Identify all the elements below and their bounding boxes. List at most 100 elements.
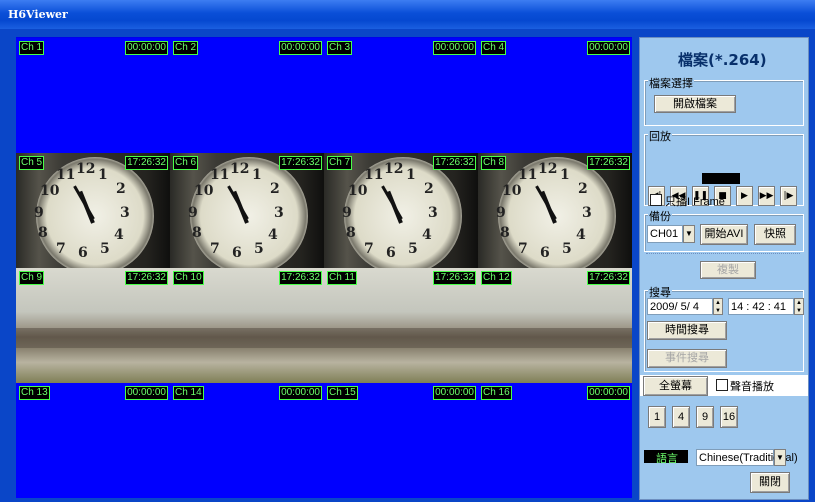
channel-label: Ch 9 (19, 271, 45, 285)
clock-numeral: 6 (232, 245, 242, 261)
clock-numeral: 1 (252, 167, 262, 183)
open-file-button[interactable]: 開啟檔案 (654, 95, 736, 113)
layout-button-9[interactable]: 9 (696, 406, 714, 428)
video-cell[interactable]: 10 11 12 1 2 9 3 8 7 6 5 4 Ch 8 17:26:32 (478, 153, 632, 268)
clock-numeral: 12 (538, 161, 558, 177)
copy-button[interactable]: 複製 (700, 261, 756, 279)
playback-label: 回放 (648, 128, 672, 144)
fast-forward-icon[interactable]: ▶▶ (758, 186, 775, 206)
start-avi-button[interactable]: 開始AVI (700, 224, 748, 245)
file-type-header: 檔案(*.264) (640, 38, 808, 74)
clock-numeral: 2 (578, 181, 588, 197)
scene-shadow (324, 328, 478, 348)
clock-numeral: 7 (56, 241, 66, 257)
timestamp-label: 17:26:32 (433, 271, 476, 285)
iframe-only-checkbox[interactable] (650, 194, 662, 206)
play-icon[interactable]: ▶ (736, 186, 753, 206)
file-select-label: 檔案選擇 (648, 75, 694, 91)
snapshot-button[interactable]: 快照 (754, 224, 796, 245)
clock-numeral: 11 (56, 167, 76, 183)
clock-numeral: 6 (540, 245, 550, 261)
clock-numeral: 5 (254, 241, 264, 257)
iframe-only-label: 只播I Frame (665, 196, 725, 208)
title-bar: H6Viewer (0, 0, 815, 29)
timestamp-label: 00:00:00 (433, 386, 476, 400)
video-cell[interactable]: Ch 3 00:00:00 (324, 38, 478, 153)
playback-speed-display (702, 173, 740, 184)
channel-label: Ch 8 (481, 156, 507, 170)
video-cell[interactable]: Ch 16 00:00:00 (478, 383, 632, 498)
video-cell[interactable]: Ch 12 17:26:32 (478, 268, 632, 383)
timestamp-label: 17:26:32 (433, 156, 476, 170)
clock-numeral: 9 (496, 205, 506, 221)
clock-numeral: 8 (500, 225, 510, 241)
clock-numeral: 5 (100, 241, 110, 257)
channel-select[interactable]: CH01 (647, 225, 683, 243)
clock-numeral: 7 (518, 241, 528, 257)
scene-shadow (170, 328, 324, 348)
date-spinner[interactable]: ▲ ▼ (713, 298, 723, 315)
clock-numeral: 1 (560, 167, 570, 183)
video-cell[interactable]: Ch 11 17:26:32 (324, 268, 478, 383)
video-cell[interactable]: Ch 10 17:26:32 (170, 268, 324, 383)
date-field[interactable]: 2009/ 5/ 4 (647, 298, 713, 315)
event-search-button[interactable]: 事件搜尋 (647, 349, 727, 368)
channel-label: Ch 4 (481, 41, 507, 55)
layout-button-1[interactable]: 1 (648, 406, 666, 428)
clock-video-frame: 10 11 12 1 2 9 3 8 7 6 5 4 (324, 153, 478, 268)
video-cell[interactable]: Ch 14 00:00:00 (170, 383, 324, 498)
clock-numeral: 9 (342, 205, 352, 221)
clock-video-frame: 10 11 12 1 2 9 3 8 7 6 5 4 (16, 153, 170, 268)
video-cell[interactable]: Ch 1 00:00:00 (16, 38, 170, 153)
step-forward-icon[interactable]: |▶ (780, 186, 797, 206)
video-cell[interactable]: Ch 9 17:26:32 (16, 268, 170, 383)
camera-video-frame (170, 268, 324, 383)
header-label: 檔案(*.264) (678, 51, 767, 69)
video-cell[interactable]: 10 11 12 1 2 9 3 8 7 6 5 4 Ch 5 17:26:32 (16, 153, 170, 268)
layout-button-16[interactable]: 16 (720, 406, 738, 428)
channel-label: Ch 2 (173, 41, 199, 55)
clock-numeral: 2 (270, 181, 280, 197)
video-cell[interactable]: Ch 13 00:00:00 (16, 383, 170, 498)
clock-numeral: 8 (38, 225, 48, 241)
time-spinner[interactable]: ▲ ▼ (794, 298, 804, 315)
video-cell[interactable]: Ch 4 00:00:00 (478, 38, 632, 153)
clock-numeral: 8 (346, 225, 356, 241)
language-select[interactable]: Chinese(Traditional) (696, 449, 798, 466)
channel-label: Ch 10 (173, 271, 204, 285)
timestamp-label: 17:26:32 (587, 271, 630, 285)
clock-numeral: 11 (518, 167, 538, 183)
close-button[interactable]: 關閉 (750, 472, 790, 493)
video-cell[interactable]: Ch 15 00:00:00 (324, 383, 478, 498)
audio-checkbox[interactable] (716, 379, 728, 391)
clock-numeral: 11 (210, 167, 230, 183)
clock-numeral: 10 (502, 183, 522, 199)
clock-numeral: 6 (386, 245, 396, 261)
clock-numeral: 5 (408, 241, 418, 257)
layout-button-4[interactable]: 4 (672, 406, 690, 428)
clock-numeral: 12 (230, 161, 250, 177)
time-field[interactable]: 14 : 42 : 41 (728, 298, 794, 315)
video-cell[interactable]: Ch 2 00:00:00 (170, 38, 324, 153)
channel-label: Ch 3 (327, 41, 353, 55)
clock-numeral: 4 (114, 227, 124, 243)
video-cell[interactable]: 10 11 12 1 2 9 3 8 7 6 5 4 Ch 6 17:26:32 (170, 153, 324, 268)
chevron-down-icon[interactable]: ▼ (683, 225, 695, 243)
camera-video-frame (324, 268, 478, 383)
scene-shadow (16, 328, 170, 348)
clock-numeral: 6 (78, 245, 88, 261)
clock-numeral: 3 (582, 205, 592, 221)
chevron-down-icon[interactable]: ▼ (774, 449, 786, 466)
timestamp-label: 00:00:00 (279, 41, 322, 55)
fullscreen-button[interactable]: 全螢幕 (643, 376, 708, 396)
timestamp-label: 17:26:32 (279, 156, 322, 170)
timestamp-label: 00:00:00 (125, 41, 168, 55)
clock-numeral: 1 (406, 167, 416, 183)
control-panel: 檔案(*.264) 檔案選擇 開啟檔案 回放 ◀|◀◀❚❚■▶▶▶|▶ 只播I … (639, 37, 809, 500)
camera-video-frame (16, 268, 170, 383)
audio-label: 聲音播放 (730, 381, 774, 393)
clock-numeral: 3 (274, 205, 284, 221)
video-cell[interactable]: 10 11 12 1 2 9 3 8 7 6 5 4 Ch 7 17:26:32 (324, 153, 478, 268)
time-search-button[interactable]: 時間搜尋 (647, 321, 727, 340)
clock-numeral: 7 (210, 241, 220, 257)
